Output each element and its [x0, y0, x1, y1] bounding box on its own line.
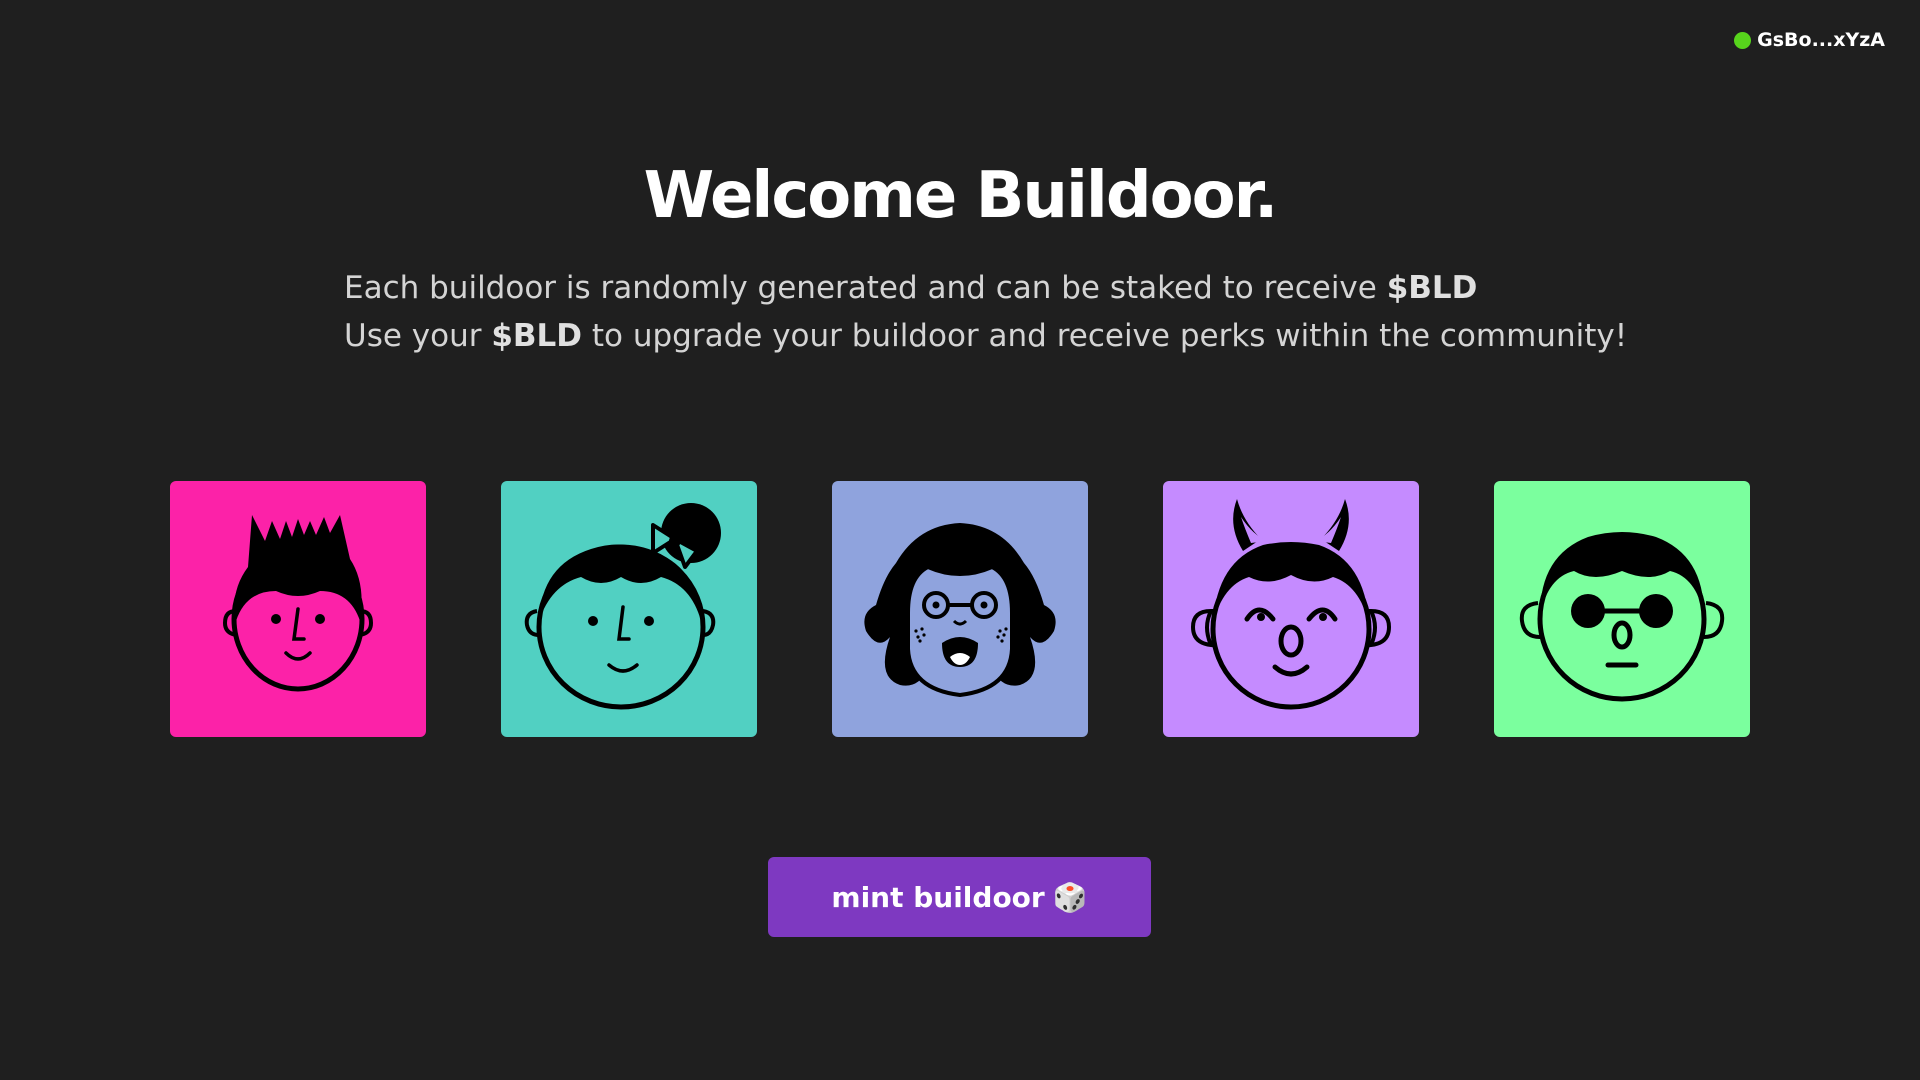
wallet-button[interactable]: GsBo...xYzA — [1734, 29, 1885, 51]
description-line-2: Use your $BLD to upgrade your buildoor a… — [344, 318, 1628, 354]
avatar-card-sunglasses — [1494, 481, 1750, 737]
mint-buildoor-button[interactable]: mint buildoor 🎲 — [768, 857, 1151, 937]
description: Each buildoor is randomly generated and … — [344, 264, 1627, 360]
page-title: Welcome Buildoor. — [643, 159, 1279, 233]
mint-button-label: mint buildoor — [831, 880, 1045, 914]
description-line-1: Each buildoor is randomly generated and … — [344, 270, 1478, 306]
sunglasses-avatar-icon — [1519, 532, 1725, 702]
token-name: $BLD — [1386, 270, 1478, 306]
avatar-card-bow — [501, 481, 757, 737]
wallet-address: GsBo...xYzA — [1757, 29, 1885, 51]
token-name: $BLD — [491, 318, 583, 354]
connected-status-dot — [1734, 31, 1752, 49]
page: GsBo...xYzA Welcome Buildoor. Each build… — [0, 0, 1920, 1080]
glasses-girl-avatar-icon — [864, 523, 1056, 698]
avatar-gallery — [170, 481, 1750, 737]
devil-horns-avatar-icon — [1190, 499, 1392, 710]
bow-avatar-icon — [524, 503, 721, 710]
dice-icon: 🎲 — [1052, 880, 1088, 914]
spiky-hair-avatar-icon — [222, 515, 374, 692]
avatar-card-glasses-girl — [832, 481, 1088, 737]
avatar-card-spiky-hair — [170, 481, 426, 737]
avatar-card-devil-horns — [1163, 481, 1419, 737]
